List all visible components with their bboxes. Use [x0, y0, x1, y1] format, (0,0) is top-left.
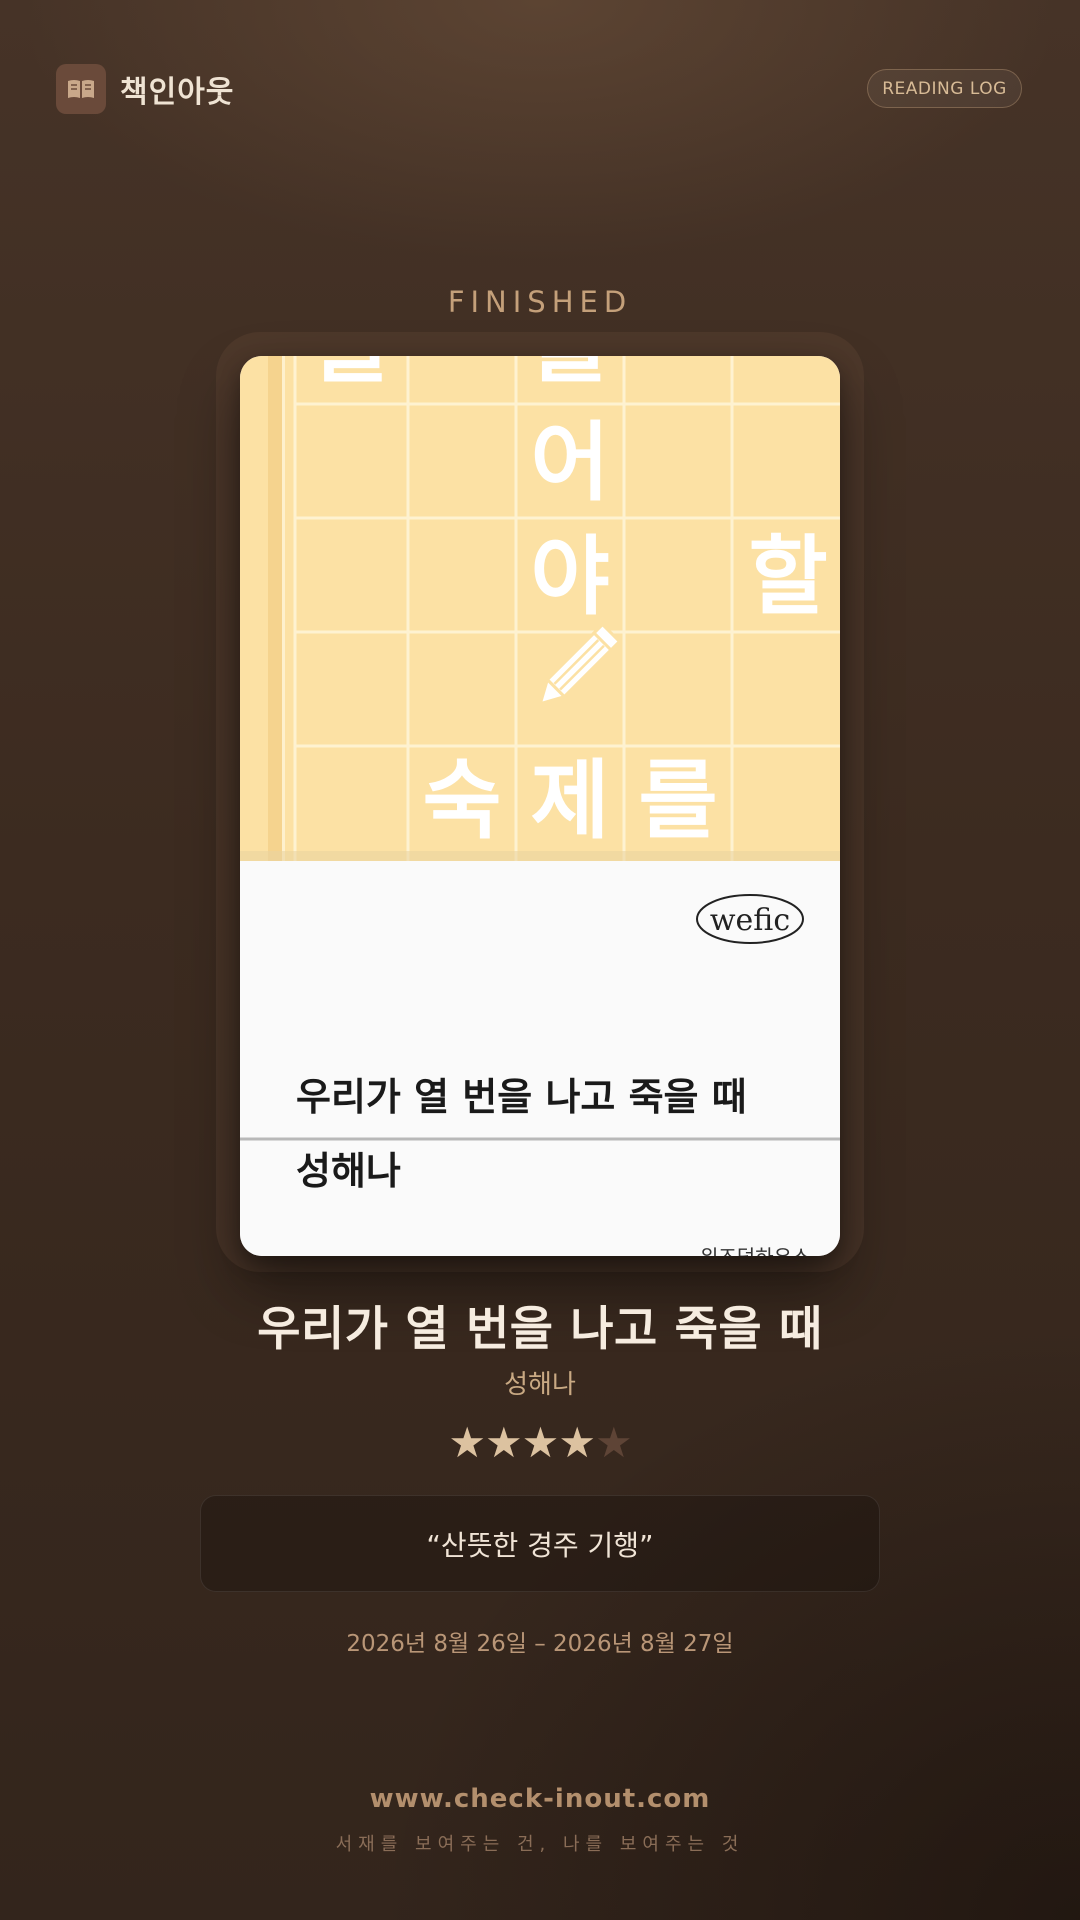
star-rating: ★★★★★	[0, 1418, 1080, 1468]
star-icon: ★	[594, 1418, 633, 1467]
star-icon: ★	[521, 1418, 560, 1467]
star-icon: ★	[558, 1418, 596, 1467]
cover-glyph: 를	[530, 356, 609, 395]
review-quote: “산뜻한 경주 기행”	[426, 1528, 654, 1562]
cover-title: 우리가 열 번을 나고 죽을 때	[296, 1075, 747, 1119]
app-name: 책인아웃	[120, 75, 235, 110]
cover-glyph: 어	[530, 413, 609, 513]
book-title: 우리가 열 번을 나고 죽을 때	[257, 1302, 823, 1357]
site-url-link[interactable]: www.check-inout.com	[0, 1784, 1080, 1814]
cover-glyph: 을	[312, 356, 391, 395]
review-quote-box: “산뜻한 경주 기행”	[200, 1495, 880, 1592]
cover-author: 성해나	[296, 1149, 401, 1193]
reading-log-button[interactable]: READING LOG	[867, 69, 1022, 108]
cover-glyph: 숙	[422, 751, 501, 851]
star-icon: ★	[485, 1418, 523, 1467]
open-book-icon	[56, 64, 106, 114]
cover-publisher: 위즈덤하우스	[700, 1245, 810, 1256]
cover-glyph: 제	[530, 751, 609, 851]
book-author: 성해나	[504, 1370, 576, 1400]
reading-status-label: FINISHED	[447, 285, 633, 319]
cover-glyph: 를	[638, 751, 717, 851]
publisher-logo: wefic	[710, 903, 790, 938]
cover-glyph: 야	[530, 527, 609, 627]
footer-tagline: 서재를 보여주는 건, 나를 보여주는 것	[335, 1834, 745, 1855]
cover-glyph: 할	[748, 527, 827, 627]
app-brand[interactable]: 책인아웃	[56, 63, 234, 115]
star-icon: ★	[448, 1418, 486, 1467]
book-cover: 을 를 어 야 할 숙 제 를 wefic 우리가 열 번을 나고 죽을 때 성…	[240, 356, 840, 1256]
reading-dates: 2026년 8월 26일 – 2026년 8월 27일	[346, 1631, 734, 1657]
